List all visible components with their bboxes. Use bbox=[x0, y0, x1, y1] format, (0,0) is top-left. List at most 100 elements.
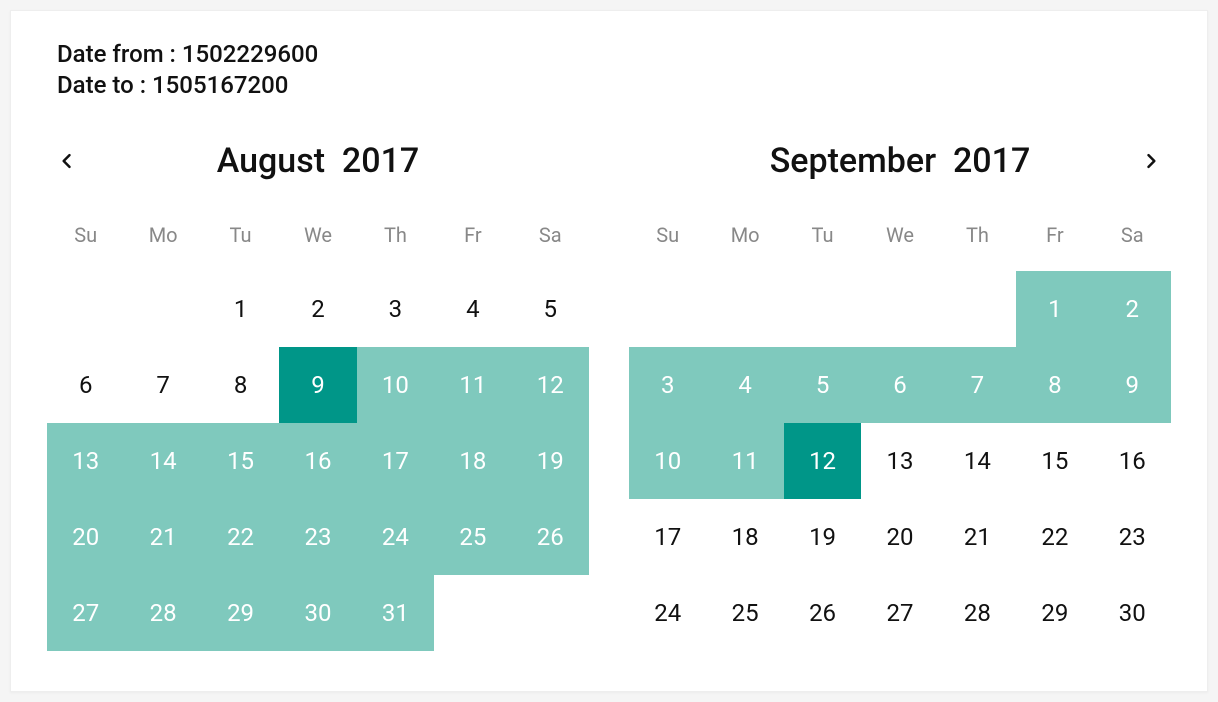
calendar-day[interactable]: 10 bbox=[629, 423, 706, 499]
calendar-day[interactable]: 11 bbox=[706, 423, 783, 499]
calendar-day[interactable]: 19 bbox=[784, 499, 861, 575]
calendars-container: August 2017SuMoTuWeThFrSa123456789101112… bbox=[47, 141, 1171, 651]
calendar-day[interactable]: 18 bbox=[706, 499, 783, 575]
calendar-day[interactable]: 26 bbox=[512, 499, 589, 575]
calendar-day[interactable]: 24 bbox=[629, 575, 706, 651]
calendar-day[interactable]: 21 bbox=[939, 499, 1016, 575]
day-of-week-header: Tu bbox=[202, 217, 279, 271]
day-of-week-header: Mo bbox=[706, 217, 783, 271]
calendar-day[interactable]: 22 bbox=[202, 499, 279, 575]
calendar-day[interactable]: 3 bbox=[357, 271, 434, 347]
calendar-day[interactable]: 28 bbox=[939, 575, 1016, 651]
date-from-label: Date from : bbox=[57, 40, 182, 68]
calendar-day[interactable]: 7 bbox=[124, 347, 201, 423]
date-info: Date from : 1502229600 Date to : 1505167… bbox=[57, 39, 1171, 101]
calendar-day-empty bbox=[629, 271, 706, 347]
day-of-week-header: Sa bbox=[512, 217, 589, 271]
date-to-value: 1505167200 bbox=[152, 71, 288, 99]
date-to-label: Date to : bbox=[57, 71, 152, 99]
date-to-line: Date to : 1505167200 bbox=[57, 70, 1171, 101]
calendar-day[interactable]: 27 bbox=[861, 575, 938, 651]
day-of-week-header: Fr bbox=[1016, 217, 1093, 271]
calendar-day[interactable]: 25 bbox=[434, 499, 511, 575]
calendar-day[interactable]: 12 bbox=[512, 347, 589, 423]
calendar-grid: SuMoTuWeThFrSa12345678910111213141516171… bbox=[47, 217, 589, 651]
calendar-day[interactable]: 2 bbox=[279, 271, 356, 347]
calendar-day[interactable]: 25 bbox=[706, 575, 783, 651]
calendar-day[interactable]: 5 bbox=[512, 271, 589, 347]
calendar-day[interactable]: 28 bbox=[124, 575, 201, 651]
calendar-day[interactable]: 3 bbox=[629, 347, 706, 423]
calendar-day-empty bbox=[784, 271, 861, 347]
calendar-day[interactable]: 4 bbox=[434, 271, 511, 347]
calendar-day[interactable]: 16 bbox=[1094, 423, 1171, 499]
calendar-day[interactable]: 5 bbox=[784, 347, 861, 423]
day-of-week-header: Tu bbox=[784, 217, 861, 271]
calendar-day[interactable]: 14 bbox=[124, 423, 201, 499]
calendar-day[interactable]: 21 bbox=[124, 499, 201, 575]
calendar-day[interactable]: 30 bbox=[1094, 575, 1171, 651]
calendar-day[interactable]: 15 bbox=[202, 423, 279, 499]
calendar-day[interactable]: 6 bbox=[47, 347, 124, 423]
calendar-day[interactable]: 9 bbox=[279, 347, 356, 423]
day-of-week-header: Su bbox=[629, 217, 706, 271]
calendar-day[interactable]: 27 bbox=[47, 575, 124, 651]
date-range-picker: Date from : 1502229600 Date to : 1505167… bbox=[10, 10, 1208, 692]
calendar-day[interactable]: 17 bbox=[629, 499, 706, 575]
calendar-day[interactable]: 10 bbox=[357, 347, 434, 423]
calendar-day[interactable]: 13 bbox=[47, 423, 124, 499]
calendar-header: September 2017 bbox=[629, 141, 1171, 181]
calendar-day[interactable]: 1 bbox=[1016, 271, 1093, 347]
calendar-title: September 2017 bbox=[770, 141, 1031, 181]
calendar-day[interactable]: 20 bbox=[861, 499, 938, 575]
prev-month-button[interactable] bbox=[47, 141, 87, 181]
date-from-value: 1502229600 bbox=[182, 40, 318, 68]
calendar-day[interactable]: 14 bbox=[939, 423, 1016, 499]
calendar-day[interactable]: 24 bbox=[357, 499, 434, 575]
calendar-day[interactable]: 18 bbox=[434, 423, 511, 499]
calendar-day[interactable]: 17 bbox=[357, 423, 434, 499]
calendar-title: August 2017 bbox=[217, 141, 419, 181]
calendar-day[interactable]: 31 bbox=[357, 575, 434, 651]
day-of-week-header: Sa bbox=[1094, 217, 1171, 271]
calendar-day[interactable]: 20 bbox=[47, 499, 124, 575]
day-of-week-header: Th bbox=[939, 217, 1016, 271]
day-of-week-header: We bbox=[279, 217, 356, 271]
calendar-day[interactable]: 4 bbox=[706, 347, 783, 423]
calendar-day[interactable]: 6 bbox=[861, 347, 938, 423]
calendar-day[interactable]: 1 bbox=[202, 271, 279, 347]
calendar-day-empty bbox=[124, 271, 201, 347]
calendar-day[interactable]: 30 bbox=[279, 575, 356, 651]
calendar-day-empty bbox=[939, 271, 1016, 347]
calendar-day-empty bbox=[706, 271, 783, 347]
calendar-day[interactable]: 8 bbox=[1016, 347, 1093, 423]
chevron-right-icon bbox=[1141, 151, 1161, 171]
day-of-week-header: Th bbox=[357, 217, 434, 271]
calendar-day[interactable]: 13 bbox=[861, 423, 938, 499]
calendar-day[interactable]: 29 bbox=[1016, 575, 1093, 651]
calendar-grid: SuMoTuWeThFrSa12345678910111213141516171… bbox=[629, 217, 1171, 651]
calendar-day[interactable]: 22 bbox=[1016, 499, 1093, 575]
calendar-header: August 2017 bbox=[47, 141, 589, 181]
calendar-day[interactable]: 8 bbox=[202, 347, 279, 423]
day-of-week-header: Mo bbox=[124, 217, 201, 271]
calendar-day[interactable]: 26 bbox=[784, 575, 861, 651]
calendar-day[interactable]: 16 bbox=[279, 423, 356, 499]
next-month-button[interactable] bbox=[1131, 141, 1171, 181]
day-of-week-header: Su bbox=[47, 217, 124, 271]
calendar-day[interactable]: 23 bbox=[279, 499, 356, 575]
calendar-day[interactable]: 12 bbox=[784, 423, 861, 499]
calendar-day[interactable]: 2 bbox=[1094, 271, 1171, 347]
calendar-day[interactable]: 11 bbox=[434, 347, 511, 423]
day-of-week-header: We bbox=[861, 217, 938, 271]
day-of-week-header: Fr bbox=[434, 217, 511, 271]
calendar-day[interactable]: 29 bbox=[202, 575, 279, 651]
calendar-day[interactable]: 19 bbox=[512, 423, 589, 499]
calendar-day[interactable]: 9 bbox=[1094, 347, 1171, 423]
calendar-day[interactable]: 23 bbox=[1094, 499, 1171, 575]
calendar-month: August 2017SuMoTuWeThFrSa123456789101112… bbox=[47, 141, 589, 651]
calendar-day[interactable]: 15 bbox=[1016, 423, 1093, 499]
calendar-day-empty bbox=[861, 271, 938, 347]
calendar-day[interactable]: 7 bbox=[939, 347, 1016, 423]
date-from-line: Date from : 1502229600 bbox=[57, 39, 1171, 70]
